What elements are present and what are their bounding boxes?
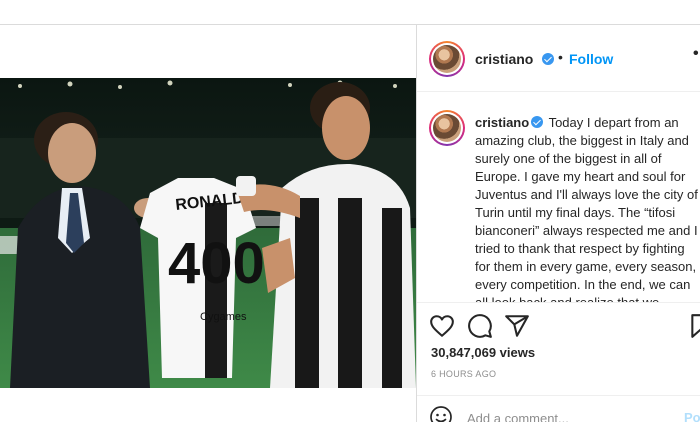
comment-input[interactable] [467,408,677,422]
actions-divider [417,302,700,303]
caption-body: Today I depart from an amazing club, the… [475,115,698,302]
caption-area: cristiano Today I depart from an amazing… [417,93,700,302]
view-count[interactable]: 30,847,069 views [431,345,535,360]
comment-icon[interactable] [467,313,493,339]
heart-icon[interactable] [429,313,455,339]
caption: cristiano Today I depart from an amazing… [475,114,699,302]
follow-button[interactable]: Follow [569,51,613,67]
video-scene: RONALDO 400 Cygames [0,78,416,388]
post-sidebar: cristiano • Follow •• cristiano Today I … [417,25,700,422]
emoji-icon[interactable] [429,405,453,422]
post-comment-button[interactable]: Po [684,410,700,422]
post-header: cristiano • Follow •• [417,25,700,92]
caption-avatar[interactable] [429,110,465,146]
media-panel: RONALDO 400 Cygames [0,25,416,422]
share-icon[interactable] [504,313,530,339]
comment-divider [417,395,700,396]
jersey-number: 400 [168,231,265,296]
jersey-sponsor: Cygames [200,311,247,323]
author-username[interactable]: cristiano [475,51,533,67]
bookmark-icon[interactable] [688,313,700,339]
post-timestamp[interactable]: 6 HOURS AGO [431,369,496,379]
author-avatar[interactable] [429,41,465,77]
post-video[interactable]: RONALDO 400 Cygames [0,78,416,388]
more-options-icon[interactable]: •• [693,45,700,63]
verified-badge-icon [542,53,554,65]
caption-verified-badge-icon [531,116,544,128]
caption-username[interactable]: cristiano [475,115,529,130]
dot-separator: • [558,49,563,65]
